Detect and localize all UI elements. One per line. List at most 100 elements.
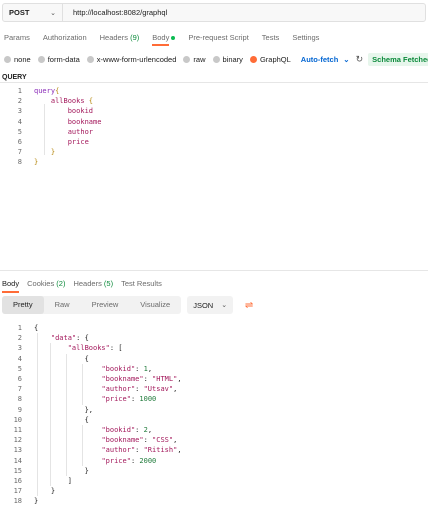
code-line: allBooks { [50, 97, 94, 106]
request-tabs: Params Authorization Headers (9) Body Pre-re… [4, 33, 332, 47]
method-select[interactable]: POST ⌄ [3, 4, 63, 21]
tab-headers[interactable]: Headers (9) [100, 33, 140, 47]
body-type-label: none [14, 54, 31, 64]
line-number: 18 [13, 497, 22, 506]
radio-icon [37, 55, 45, 63]
tab-body[interactable]: Body [152, 33, 176, 47]
method-label: POST [9, 8, 30, 17]
body-type-raw[interactable]: raw [183, 54, 206, 64]
status-dot-icon [171, 36, 176, 41]
format-mode-group: Pretty Raw Preview Visualize [2, 296, 182, 314]
code-line: } [34, 158, 39, 167]
radio-icon [249, 55, 257, 63]
language-select[interactable]: JSON ⌄ [187, 296, 234, 314]
line-number: 4 [17, 354, 22, 363]
code-line: query{ [34, 87, 60, 95]
code-line: ] [34, 477, 72, 485]
wrap-icon: ⇌ [244, 299, 254, 311]
response-format-bar: Pretty Raw Preview Visualize JSON ⌄ ⇌ [2, 296, 260, 314]
body-type-x-www-form-urlencoded[interactable]: x-www-form-urlencoded [86, 55, 176, 64]
indent-guide [44, 104, 45, 156]
line-number: 5 [17, 364, 22, 373]
language-label: JSON [193, 300, 214, 310]
tab-count: (5) [101, 279, 114, 288]
tab-label: Settings [292, 33, 320, 42]
divider [0, 82, 428, 83]
line-number: 15 [13, 466, 22, 475]
code-line: bookid [67, 107, 94, 116]
format-mode-preview[interactable]: Preview [81, 296, 130, 314]
response-tab-headers[interactable]: Headers (5) [73, 279, 113, 291]
tab-label: Cookies [27, 279, 55, 288]
line-number: 6 [17, 375, 22, 383]
code-line: }, [34, 405, 94, 414]
code-line: { [34, 324, 39, 332]
response-tab-body[interactable]: Body [2, 279, 20, 293]
line-number: 1 [17, 87, 22, 95]
indent-guide [37, 333, 38, 497]
code-line: } [34, 497, 39, 506]
tab-settings[interactable]: Settings [292, 33, 319, 47]
format-mode-raw[interactable]: Raw [44, 296, 81, 314]
divider [0, 270, 428, 271]
line-number: 5 [17, 127, 22, 136]
body-type-selector: none form-data x-www-form-urlencoded raw bin… [4, 52, 428, 66]
body-type-label: binary [222, 54, 243, 64]
response-body[interactable]: 1 {2 "data": {3 "allBooks": [4 {5 "bookid… [0, 321, 428, 511]
format-mode-pretty[interactable]: Pretty [2, 296, 44, 314]
tab-label: Authorization [42, 33, 87, 42]
body-type-label: form-data [47, 54, 80, 64]
code-line: author [67, 127, 94, 136]
line-number: 7 [17, 385, 22, 394]
line-number: 2 [17, 97, 22, 106]
query-editor[interactable]: 1 query{2 allBooks {3 bookid 4 bookname 5 a… [0, 84, 428, 174]
line-number: 10 [13, 415, 22, 424]
response-tab-test-results[interactable]: Test Results [121, 279, 162, 291]
tab-pre-request-script[interactable]: Pre-request Script [188, 33, 248, 47]
body-type-none[interactable]: none [4, 55, 31, 64]
indent-guide [82, 425, 83, 466]
refresh-icon[interactable]: ↻ [356, 54, 364, 65]
auto-fetch-select[interactable]: Auto-fetch ⌄ [301, 55, 350, 64]
tab-params[interactable]: Params [4, 33, 30, 47]
tab-label: Pre-request Script [188, 33, 249, 42]
code-line: { [34, 354, 89, 363]
line-number: 4 [17, 117, 22, 126]
auto-fetch-label: Auto-fetch [300, 54, 339, 64]
tab-tests[interactable]: Tests [262, 33, 280, 47]
tab-label: Params [4, 33, 30, 42]
tab-authorization[interactable]: Authorization [43, 33, 87, 47]
tab-label: Test Results [121, 279, 162, 288]
body-type-form-data[interactable]: form-data [37, 54, 80, 64]
line-number: 9 [17, 405, 22, 414]
line-number: 8 [17, 395, 22, 404]
code-line: "author": "Utsav", [101, 385, 178, 394]
radio-icon [4, 55, 11, 63]
body-type-label: GraphQL [259, 54, 291, 64]
body-type-binary[interactable]: binary [212, 54, 243, 64]
query-label: QUERY [2, 74, 27, 81]
wrap-lines-button[interactable]: ⇌ [239, 296, 260, 314]
response-tab-cookies[interactable]: Cookies (2) [27, 279, 65, 291]
chevron-down-icon: ⌄ [50, 9, 56, 17]
request-url-bar: POST ⌄ http://localhost:8082/graphql [2, 3, 426, 22]
line-number: 1 [17, 324, 22, 332]
radio-icon [86, 55, 94, 63]
tab-badge: (9) [127, 33, 140, 42]
radio-icon [212, 55, 220, 63]
body-type-label: raw [193, 54, 206, 64]
code-line: price [67, 138, 89, 146]
format-mode-visualize[interactable]: Visualize [129, 296, 181, 314]
chevron-down-icon: ⌄ [343, 54, 350, 64]
code-line: "bookid": 2, [101, 426, 153, 434]
tab-label: Headers [73, 279, 102, 288]
url-input[interactable]: http://localhost:8082/graphql [63, 8, 167, 17]
code-line: "bookname": "CSS", [101, 436, 178, 445]
body-type-graphql[interactable]: GraphQL [249, 54, 291, 64]
line-number: 2 [17, 334, 22, 343]
radio-icon [183, 55, 191, 63]
code-line: { [34, 415, 89, 424]
line-number: 17 [13, 487, 22, 496]
schema-status-badge: Schema Fetched [368, 52, 428, 66]
code-line: "author": "Ritish", [101, 446, 182, 455]
